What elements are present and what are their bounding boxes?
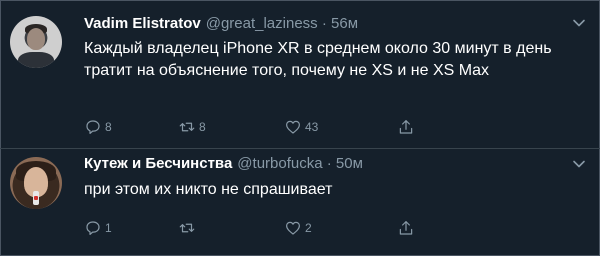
reply-button[interactable]: 8 [84, 117, 112, 137]
retweet-icon [179, 223, 195, 233]
share-button[interactable] [397, 117, 415, 137]
timestamp[interactable]: 56м [331, 15, 358, 32]
retweet-button[interactable] [178, 218, 199, 238]
reply-count: 8 [105, 120, 112, 134]
reply-icon [86, 221, 100, 235]
like-count: 2 [305, 221, 312, 235]
avatar[interactable] [10, 16, 62, 68]
like-button[interactable]: 2 [284, 218, 312, 238]
like-button[interactable]: 43 [284, 117, 318, 137]
tweet-actions: 1 2 [84, 218, 424, 238]
share-icon [399, 221, 413, 235]
reply-button[interactable]: 1 [84, 218, 112, 238]
user-handle[interactable]: @turbofucka [237, 155, 322, 172]
share-button[interactable] [397, 218, 415, 238]
tweet-actions: 8 8 43 [84, 117, 424, 137]
heart-icon [286, 120, 300, 134]
tweet-text: при этом их никто не спрашивает [84, 181, 333, 198]
display-name[interactable]: Кутеж и Бесчинства [84, 155, 232, 172]
retweet-button[interactable]: 8 [178, 117, 206, 137]
tweet-header: Кутеж и Бесчинства @turbofucka · 50м [84, 155, 363, 172]
chevron-down-icon[interactable] [572, 16, 586, 30]
like-count: 43 [305, 120, 319, 134]
share-icon [399, 120, 413, 134]
separator-dot: · [326, 155, 332, 172]
tweet[interactable]: Vadim Elistratov @great_laziness · 56м Ка… [0, 0, 600, 148]
display-name[interactable]: Vadim Elistratov [84, 15, 201, 32]
user-handle[interactable]: @great_laziness [206, 15, 318, 32]
reply-count: 1 [105, 221, 112, 235]
retweet-count: 8 [199, 120, 206, 134]
timestamp[interactable]: 50м [336, 155, 363, 172]
tweet-text: Каждый владелец iPhone XR в среднем окол… [84, 40, 552, 79]
reply-icon [86, 120, 100, 134]
tweet-header: Vadim Elistratov @great_laziness · 56м [84, 15, 358, 32]
retweet-icon [179, 122, 195, 132]
separator-dot: · [321, 15, 327, 32]
avatar[interactable] [10, 157, 62, 209]
tweet[interactable]: Кутеж и Бесчинства @turbofucka · 50м при … [0, 149, 600, 256]
chevron-down-icon[interactable] [572, 157, 586, 171]
heart-icon [286, 221, 300, 235]
